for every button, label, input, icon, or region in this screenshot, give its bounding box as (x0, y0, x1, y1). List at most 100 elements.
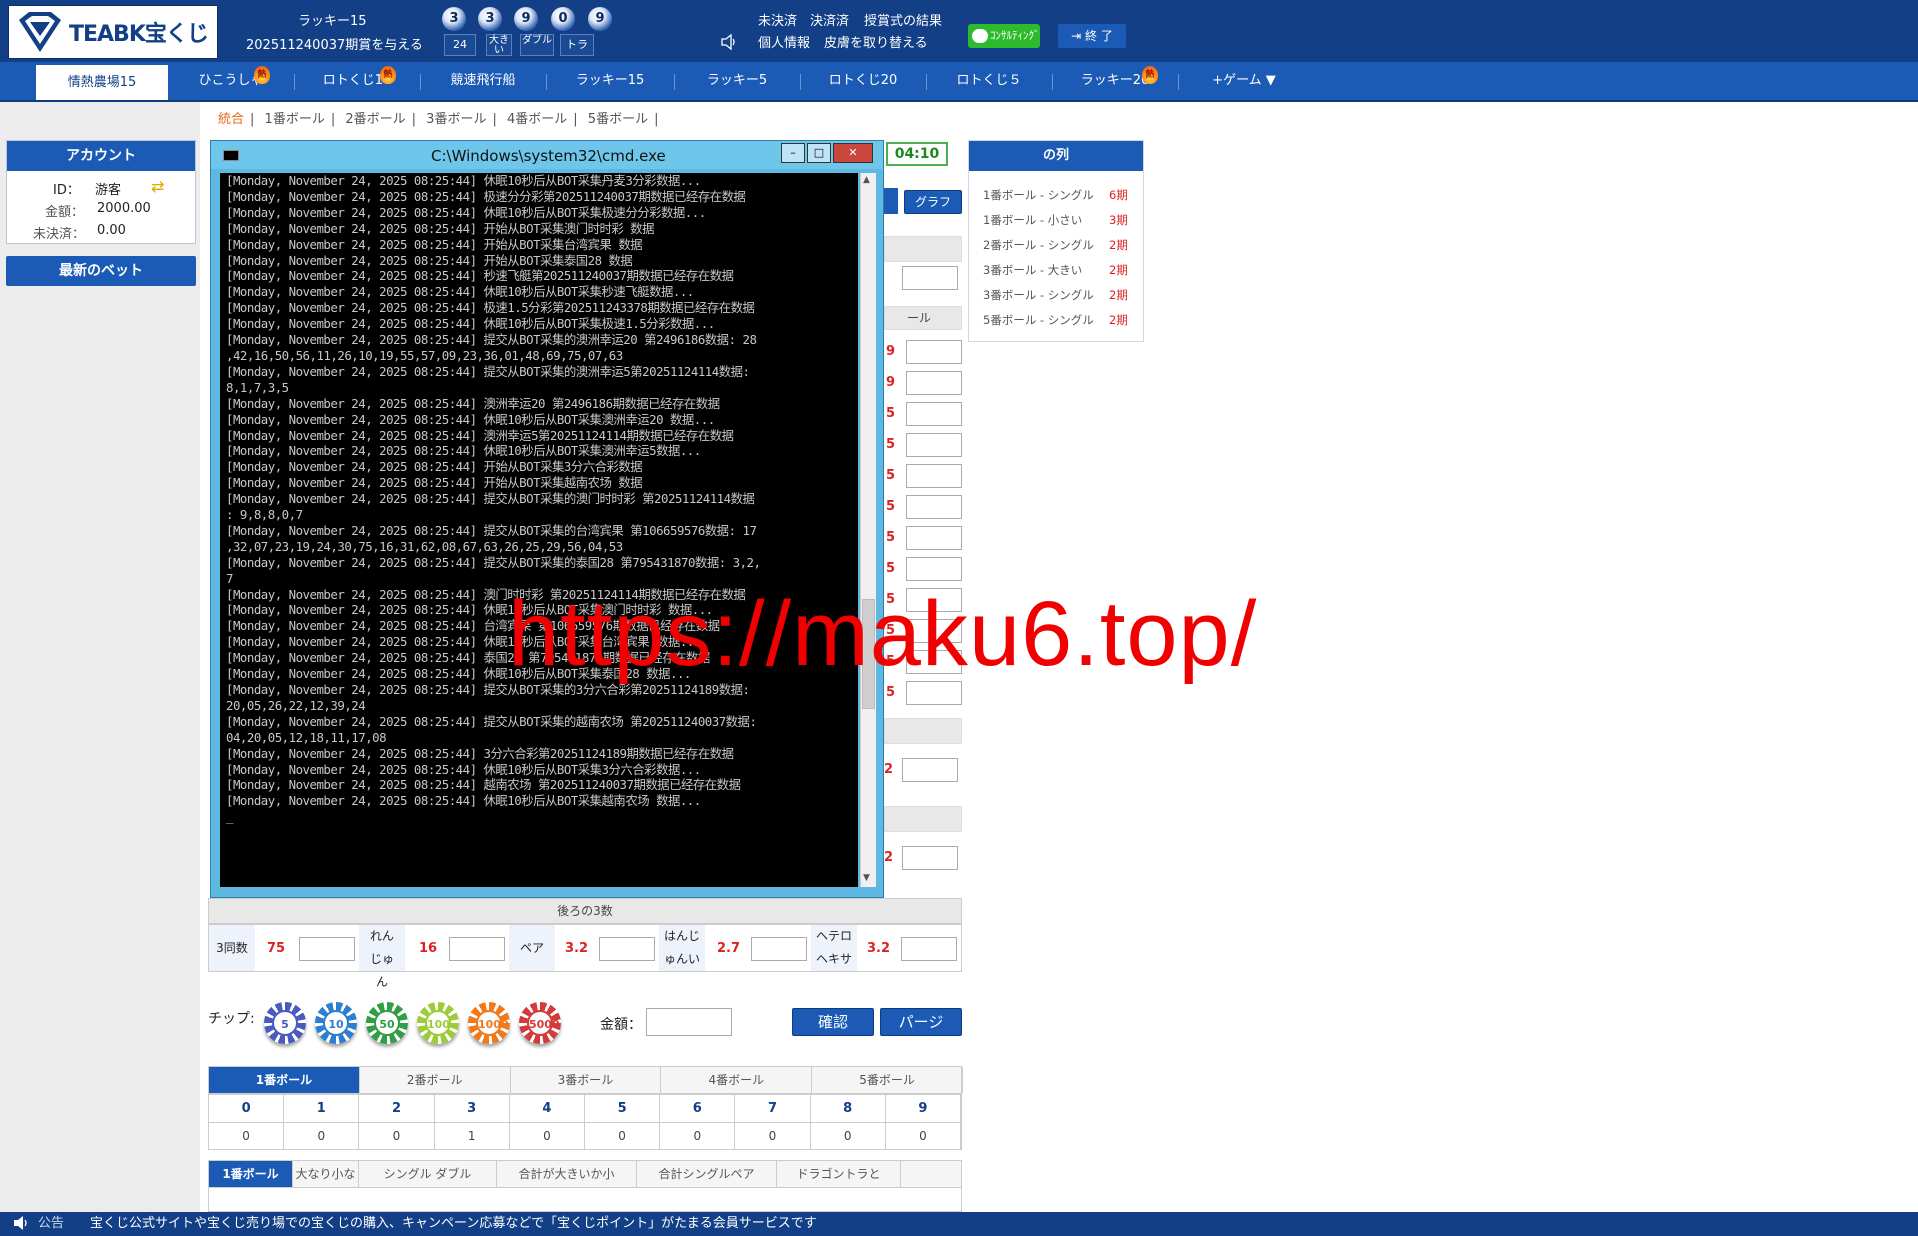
back3-input[interactable] (751, 937, 807, 961)
console-line: [Monday, November 24, 2025 08:25:44] 提交从… (226, 332, 757, 348)
nav-tab-lucky20[interactable]: ラッキー20 (1052, 62, 1178, 100)
logout-button[interactable]: ⇥ 終 了 (1058, 24, 1126, 48)
subnav-item-ball1[interactable]: 1番ボール (265, 112, 325, 127)
partial-button[interactable] (884, 188, 898, 214)
chip-10[interactable]: 10 (315, 1002, 357, 1044)
streak-item: 2番ボール - シングル 2期 (983, 237, 1128, 253)
speaker-icon[interactable] (720, 33, 738, 54)
console-line: [Monday, November 24, 2025 08:25:44] 提交从… (226, 363, 750, 379)
odds-value: 5 (886, 561, 896, 576)
nav-tab-loto5[interactable]: ロトくじ５ (926, 62, 1052, 100)
console-line: [Monday, November 24, 2025 08:25:44] 开始从… (226, 459, 643, 475)
bet-amount-input[interactable] (906, 402, 962, 426)
cmd-title: C:\Windows\system32\cmd.exe (431, 147, 666, 165)
award-results-link[interactable]: 授賞式の結果 (864, 10, 942, 29)
trend-tab[interactable]: 1番ボール (209, 1161, 293, 1187)
bet-amount-input[interactable] (902, 846, 958, 870)
back3-input[interactable] (299, 937, 355, 961)
consult-button[interactable]: ｺﾝｻﾙﾃｨﾝｸﾞ (968, 24, 1040, 48)
graph-button[interactable]: グラフ (904, 190, 962, 214)
trend-tab[interactable]: ドラゴントラと (777, 1161, 901, 1187)
confirm-button[interactable]: 確認 (792, 1008, 874, 1036)
amount-input[interactable] (646, 1008, 732, 1036)
trend-tab[interactable]: 合計が大きいか小 (497, 1161, 637, 1187)
nav-tab-airship-race[interactable]: 競速飛行船 (420, 62, 546, 100)
chip-1000[interactable]: 1000 (468, 1002, 510, 1044)
stats-count: 0 (359, 1123, 435, 1149)
chip-5[interactable]: 5 (264, 1002, 306, 1044)
streak-label: 1番ボール - シングル (983, 188, 1094, 202)
console-line: [Monday, November 24, 2025 08:25:44] 极速分… (226, 188, 746, 204)
skin-link[interactable]: 皮膚を取り替える (824, 32, 928, 51)
stats-grid: 00102031405060708090 (208, 1094, 962, 1150)
trend-tab[interactable]: シングル ダブル (359, 1161, 497, 1187)
maximize-button[interactable]: □ (807, 143, 831, 163)
page-button[interactable]: パージ (880, 1008, 962, 1036)
back3-input[interactable] (599, 937, 655, 961)
nav-tab-farm15[interactable]: 情熱農場15 (36, 62, 168, 100)
scroll-down-icon[interactable]: ▼ (863, 873, 870, 883)
speaker-icon (12, 1212, 30, 1236)
bet-amount-input[interactable] (902, 758, 958, 782)
subnav-item-ball3[interactable]: 3番ボール (426, 112, 486, 127)
nav-tab-lucky5[interactable]: ラッキー5 (674, 62, 800, 100)
stats-tab[interactable]: 4番ボール (661, 1067, 813, 1093)
bet-amount-input[interactable] (906, 526, 962, 550)
cmd-window[interactable]: C:\Windows\system32\cmd.exe – □ ✕ [Monda… (210, 140, 884, 898)
bet-amount-input[interactable] (906, 495, 962, 519)
stats-tab[interactable]: 1番ボール (209, 1067, 360, 1093)
stats-tab[interactable]: 2番ボール (360, 1067, 511, 1093)
streak-count: 6期 (1109, 188, 1128, 202)
cmd-titlebar[interactable]: C:\Windows\system32\cmd.exe – □ ✕ (211, 141, 883, 169)
bet-amount-input[interactable] (906, 371, 962, 395)
nav-tab-loto20[interactable]: ロトくじ20 (800, 62, 926, 100)
bet-amount-input[interactable] (906, 464, 962, 488)
console-line: [Monday, November 24, 2025 08:25:44] 澳洲幸… (226, 427, 734, 443)
result-ball: 9 (588, 7, 612, 31)
console-output[interactable]: [Monday, November 24, 2025 08:25:44] 休眠1… (220, 173, 858, 887)
back3-input[interactable] (449, 937, 505, 961)
console-scrollbar[interactable]: ▲ ▼ (860, 173, 876, 887)
chip-50[interactable]: 50 (366, 1002, 408, 1044)
trend-tab[interactable]: 合計シングルペア (637, 1161, 777, 1187)
console-line: [Monday, November 24, 2025 08:25:44] 开始从… (226, 475, 643, 491)
stats-tab[interactable]: 3番ボール (511, 1067, 662, 1093)
stats-tab[interactable]: 5番ボール (812, 1067, 963, 1093)
trend-tab[interactable]: 大なり小な (293, 1161, 359, 1187)
streak-item: 1番ボール - シングル 6期 (983, 187, 1128, 203)
bet-amount-input[interactable] (906, 433, 962, 457)
subnav-item-combined[interactable]: 統合 (218, 112, 244, 127)
brand-logo[interactable]: TEABK宝くじ (8, 5, 218, 59)
bet-amount-input[interactable] (906, 557, 962, 581)
nav-tab-airship[interactable]: ひこうしゃ (168, 62, 294, 100)
nav-tab-lucky15[interactable]: ラッキー15 (546, 62, 674, 100)
console-line: 04,20,05,12,18,11,17,08 (226, 729, 387, 745)
stats-digit: 1 (284, 1095, 360, 1123)
subnav-item-ball5[interactable]: 5番ボール (588, 112, 648, 127)
bet-group-header (884, 236, 962, 262)
back3-input[interactable] (901, 937, 957, 961)
bet-amount-input[interactable] (902, 266, 958, 290)
console-lines: [Monday, November 24, 2025 08:25:44] 休眠1… (220, 173, 858, 825)
nav-more-games[interactable]: +ゲーム ▼ (1178, 62, 1310, 100)
chip-100[interactable]: 100 (417, 1002, 459, 1044)
nav-tab-loto10[interactable]: ロトくじ10 (294, 62, 420, 100)
latest-bets-button[interactable]: 最新のベット (6, 256, 196, 286)
close-button[interactable]: ✕ (833, 143, 873, 163)
refresh-icon[interactable]: ⇄ (151, 177, 164, 196)
profile-link[interactable]: 個人情報 (758, 32, 810, 51)
subnav-separator: | (492, 112, 497, 127)
account-title: アカウント (7, 141, 195, 171)
chip-5000[interactable]: 5000 (519, 1002, 561, 1044)
console-line: [Monday, November 24, 2025 08:25:44] 3分六… (226, 745, 734, 761)
unsettled-link[interactable]: 未決済 (758, 10, 797, 29)
subnav-item-ball4[interactable]: 4番ボール (507, 112, 567, 127)
brand-name: TEABK宝くじ (69, 22, 209, 47)
settled-link[interactable]: 決済済 (810, 10, 849, 29)
subnav-separator: | (573, 112, 578, 127)
minimize-button[interactable]: – (781, 143, 805, 163)
subnav-item-ball2[interactable]: 2番ボール (345, 112, 405, 127)
stats-tabs: 1番ボール 2番ボール 3番ボール 4番ボール 5番ボール (208, 1066, 963, 1094)
bet-amount-input[interactable] (906, 340, 962, 364)
scroll-up-icon[interactable]: ▲ (863, 175, 870, 185)
